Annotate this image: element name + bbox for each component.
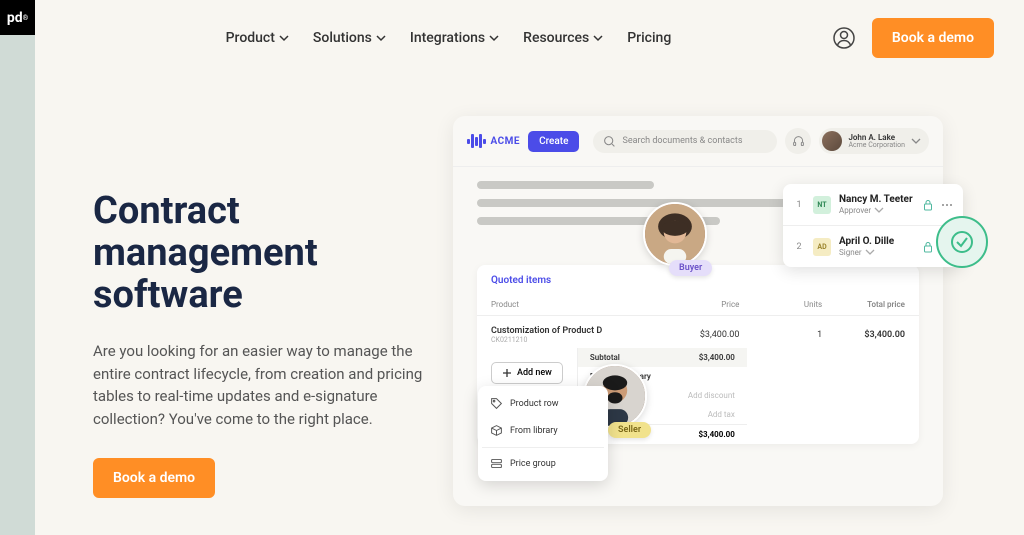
brand-reg: ®	[23, 14, 29, 22]
check-icon	[950, 230, 974, 254]
menu-product-row[interactable]: Product row	[482, 390, 604, 417]
chevron-down-icon[interactable]	[874, 205, 884, 215]
recipient-role: Approver	[839, 206, 871, 215]
buyer-avatar	[643, 202, 707, 266]
add-new-label: Add new	[517, 368, 552, 378]
hero-cta-button[interactable]: Book a demo	[93, 458, 215, 498]
brand-badge: pd®	[0, 0, 35, 35]
skeleton-line	[477, 181, 654, 189]
col-header-units: Units	[739, 300, 822, 309]
col-header-total: Total price	[822, 300, 905, 309]
box-icon	[490, 424, 503, 437]
subtotal-value: $3,400.00	[699, 353, 735, 362]
menu-from-library[interactable]: From library	[482, 417, 604, 444]
acme-logo: ACME	[467, 134, 520, 148]
cell-price: $3,400.00	[657, 330, 740, 340]
chevron-down-icon	[279, 33, 289, 43]
nav-integrations-label: Integrations	[410, 30, 485, 46]
search-placeholder: Search documents & contacts	[622, 136, 742, 146]
cell-units: 1	[739, 330, 822, 340]
chevron-down-icon	[376, 33, 386, 43]
brand-text: pd	[7, 10, 23, 26]
menu-label: From library	[510, 426, 558, 436]
recipient-initials: AD	[813, 238, 831, 256]
add-tax-button[interactable]: Add tax	[708, 410, 735, 419]
nav-pricing[interactable]: Pricing	[627, 30, 671, 46]
cell-total: $3,400.00	[822, 330, 905, 340]
recipients-panel: 1 NT Nancy M. Teeter Approver	[783, 184, 963, 267]
menu-label: Price group	[510, 459, 556, 469]
nav-product[interactable]: Product	[226, 30, 289, 46]
recipient-order: 2	[793, 242, 805, 252]
recipient-item[interactable]: 1 NT Nancy M. Teeter Approver	[783, 184, 963, 225]
buyer-role-badge: Buyer	[669, 260, 712, 276]
account-icon[interactable]	[832, 26, 856, 50]
app-mockup: ACME Create Search documents & contacts	[453, 116, 943, 506]
nav-integrations[interactable]: Integrations	[410, 30, 499, 46]
success-check-badge	[936, 216, 988, 268]
col-header-product: Product	[491, 300, 657, 309]
recipient-role: Signer	[839, 248, 862, 257]
add-discount-button[interactable]: Add discount	[688, 391, 735, 400]
nav-resources[interactable]: Resources	[523, 30, 603, 46]
plus-icon	[502, 368, 512, 378]
nav-solutions[interactable]: Solutions	[313, 30, 386, 46]
recipient-initials: NT	[813, 196, 831, 214]
layers-icon	[490, 457, 503, 470]
support-button[interactable]	[785, 128, 811, 154]
headset-icon	[792, 135, 805, 148]
seller-role-badge: Seller	[608, 422, 651, 438]
nav-product-label: Product	[226, 30, 275, 46]
chevron-down-icon	[911, 136, 921, 146]
lock-icon[interactable]	[922, 199, 934, 211]
nav-pricing-label: Pricing	[627, 30, 671, 46]
tag-icon	[490, 397, 503, 410]
search-icon	[603, 135, 616, 148]
user-org: Acme Corporation	[848, 142, 905, 149]
hero-title: Contract management software	[93, 191, 433, 316]
subtotal-label: Subtotal	[590, 353, 620, 362]
add-new-button[interactable]: Add new	[491, 362, 563, 384]
header-cta-button[interactable]: Book a demo	[872, 18, 994, 58]
quote-title: Quoted items	[477, 275, 919, 294]
add-menu: Product row From library Price group	[478, 386, 608, 481]
total-value: $3,400.00	[698, 430, 734, 439]
user-avatar	[822, 131, 842, 151]
recipient-name: Nancy M. Teeter	[839, 194, 914, 205]
search-input[interactable]: Search documents & contacts	[593, 130, 777, 153]
navbar: Product Solutions Integrations Resources…	[35, 0, 1024, 76]
recipient-order: 1	[793, 200, 805, 210]
chevron-down-icon	[489, 33, 499, 43]
nav-resources-label: Resources	[523, 30, 589, 46]
col-header-price: Price	[657, 300, 740, 309]
product-name: Customization of Product D	[491, 326, 657, 336]
lock-icon[interactable]	[922, 241, 934, 253]
chevron-down-icon[interactable]	[865, 247, 875, 257]
product-sku: CK0211210	[491, 336, 657, 344]
menu-label: Product row	[510, 399, 559, 409]
create-button[interactable]: Create	[528, 131, 579, 152]
chevron-down-icon	[593, 33, 603, 43]
acme-brand-text: ACME	[491, 136, 521, 147]
hero-description: Are you looking for an easier way to man…	[93, 340, 433, 430]
user-menu[interactable]: John A. Lake Acme Corporation	[819, 128, 929, 154]
more-icon[interactable]	[941, 199, 953, 211]
nav-solutions-label: Solutions	[313, 30, 372, 46]
recipient-name: April O. Dille	[839, 236, 914, 247]
menu-price-group[interactable]: Price group	[482, 447, 604, 477]
